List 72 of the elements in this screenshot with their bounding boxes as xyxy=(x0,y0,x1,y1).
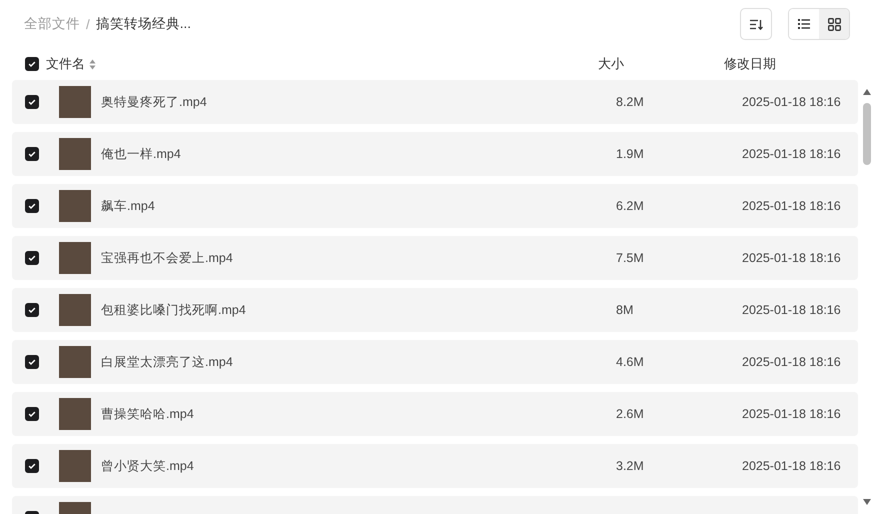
photo-placeholder xyxy=(59,346,91,378)
file-row[interactable]: 奥特曼疼死了.mp4 8.2M 2025-01-18 18:16 xyxy=(12,80,858,124)
photo-placeholder xyxy=(59,242,91,274)
check-icon xyxy=(27,305,37,315)
file-size: 1.9M xyxy=(616,147,645,161)
breadcrumb-separator: / xyxy=(86,16,90,32)
checkbox[interactable] xyxy=(25,355,39,369)
file-name: 俺也一样.mp4 xyxy=(101,146,182,162)
file-name: 飙车.mp4 xyxy=(101,198,156,214)
check-icon xyxy=(27,461,37,471)
file-row[interactable]: 白展堂太漂亮了这.mp4 4.6M 2025-01-18 18:16 xyxy=(12,340,858,384)
file-size: 2.6M xyxy=(616,407,645,421)
checkbox[interactable] xyxy=(25,459,39,473)
file-row[interactable]: 宝强再也不会爱上.mp4 7.5M 2025-01-18 18:16 xyxy=(12,236,858,280)
scrollbar-thumb[interactable] xyxy=(863,103,871,165)
sort-icon xyxy=(750,18,762,30)
grid-icon xyxy=(828,18,840,30)
checkbox[interactable] xyxy=(25,199,39,213)
file-size: 7.5M xyxy=(616,251,645,265)
column-header[interactable]: 文件名 xyxy=(46,55,85,73)
checkbox[interactable] xyxy=(25,147,39,161)
photo-placeholder xyxy=(59,86,91,118)
modified-date: 2025-01-18 18:16 xyxy=(742,95,842,109)
file-row[interactable]: 俺也一样.mp4 1.9M 2025-01-18 18:16 xyxy=(12,132,858,176)
checkbox[interactable] xyxy=(25,407,39,421)
file-name: 曾小贤大笑.mp4 xyxy=(101,458,195,474)
file-name: 白展堂太漂亮了这.mp4 xyxy=(101,354,234,370)
modified-date: 2025-01-18 18:16 xyxy=(742,303,842,317)
photo-placeholder xyxy=(59,138,91,170)
photo-placeholder xyxy=(59,450,91,482)
file-name: 曹操笑哈哈.mp4 xyxy=(101,406,195,422)
scroll-down-icon[interactable] xyxy=(862,498,872,506)
check-icon xyxy=(27,201,37,211)
file-size: 4.6M xyxy=(616,355,645,369)
sort-button[interactable] xyxy=(740,8,772,40)
photo-placeholder xyxy=(59,294,91,326)
sort-icon[interactable] xyxy=(89,58,96,70)
check-icon xyxy=(27,357,37,367)
modified-date: 2025-01-18 18:16 xyxy=(742,459,842,473)
file-name: 奥特曼疼死了.mp4 xyxy=(101,94,208,110)
photo-placeholder xyxy=(59,190,91,222)
check-icon xyxy=(27,149,37,159)
check-icon xyxy=(27,409,37,419)
checkbox[interactable] xyxy=(25,251,39,265)
check-icon xyxy=(27,59,37,69)
file-row[interactable]: 飙车.mp4 6.2M 2025-01-18 18:16 xyxy=(12,184,858,228)
file-row[interactable]: 包租婆比嗓门找死啊.mp4 8M 2025-01-18 18:16 xyxy=(12,288,858,332)
checkbox[interactable] xyxy=(25,57,39,71)
modified-date: 2025-01-18 18:16 xyxy=(742,199,842,213)
file-size: 6.2M xyxy=(616,199,645,213)
check-icon xyxy=(27,97,37,107)
file-size: 8.2M xyxy=(616,95,645,109)
checkbox[interactable] xyxy=(25,303,39,317)
checkbox[interactable] xyxy=(25,95,39,109)
grid-view-button[interactable] xyxy=(819,9,849,39)
file-name: 包租婆比嗓门找死啊.mp4 xyxy=(101,302,247,318)
photo-placeholder xyxy=(59,398,91,430)
column-header[interactable]: 大小 xyxy=(598,55,724,73)
file-row[interactable]: 曹操笑哈哈.mp4 2.6M 2025-01-18 18:16 xyxy=(12,392,858,436)
column-header[interactable]: 修改日期 xyxy=(724,55,840,73)
file-row[interactable]: 曾小贤大笑.mp4 3.2M 2025-01-18 18:16 xyxy=(12,444,858,488)
scroll-up-icon[interactable] xyxy=(862,88,872,96)
modified-date: 2025-01-18 18:16 xyxy=(742,147,842,161)
modified-date: 2025-01-18 18:16 xyxy=(742,355,842,369)
file-size: 8M xyxy=(616,303,634,317)
file-name: 宝强再也不会爱上.mp4 xyxy=(101,250,234,266)
list-icon xyxy=(798,19,810,29)
current-folder: 搞笑转场经典... xyxy=(96,15,192,33)
modified-date: 2025-01-18 18:16 xyxy=(742,407,842,421)
file-size: 3.2M xyxy=(616,459,645,473)
modified-date: 2025-01-18 18:16 xyxy=(742,251,842,265)
check-icon xyxy=(27,253,37,263)
